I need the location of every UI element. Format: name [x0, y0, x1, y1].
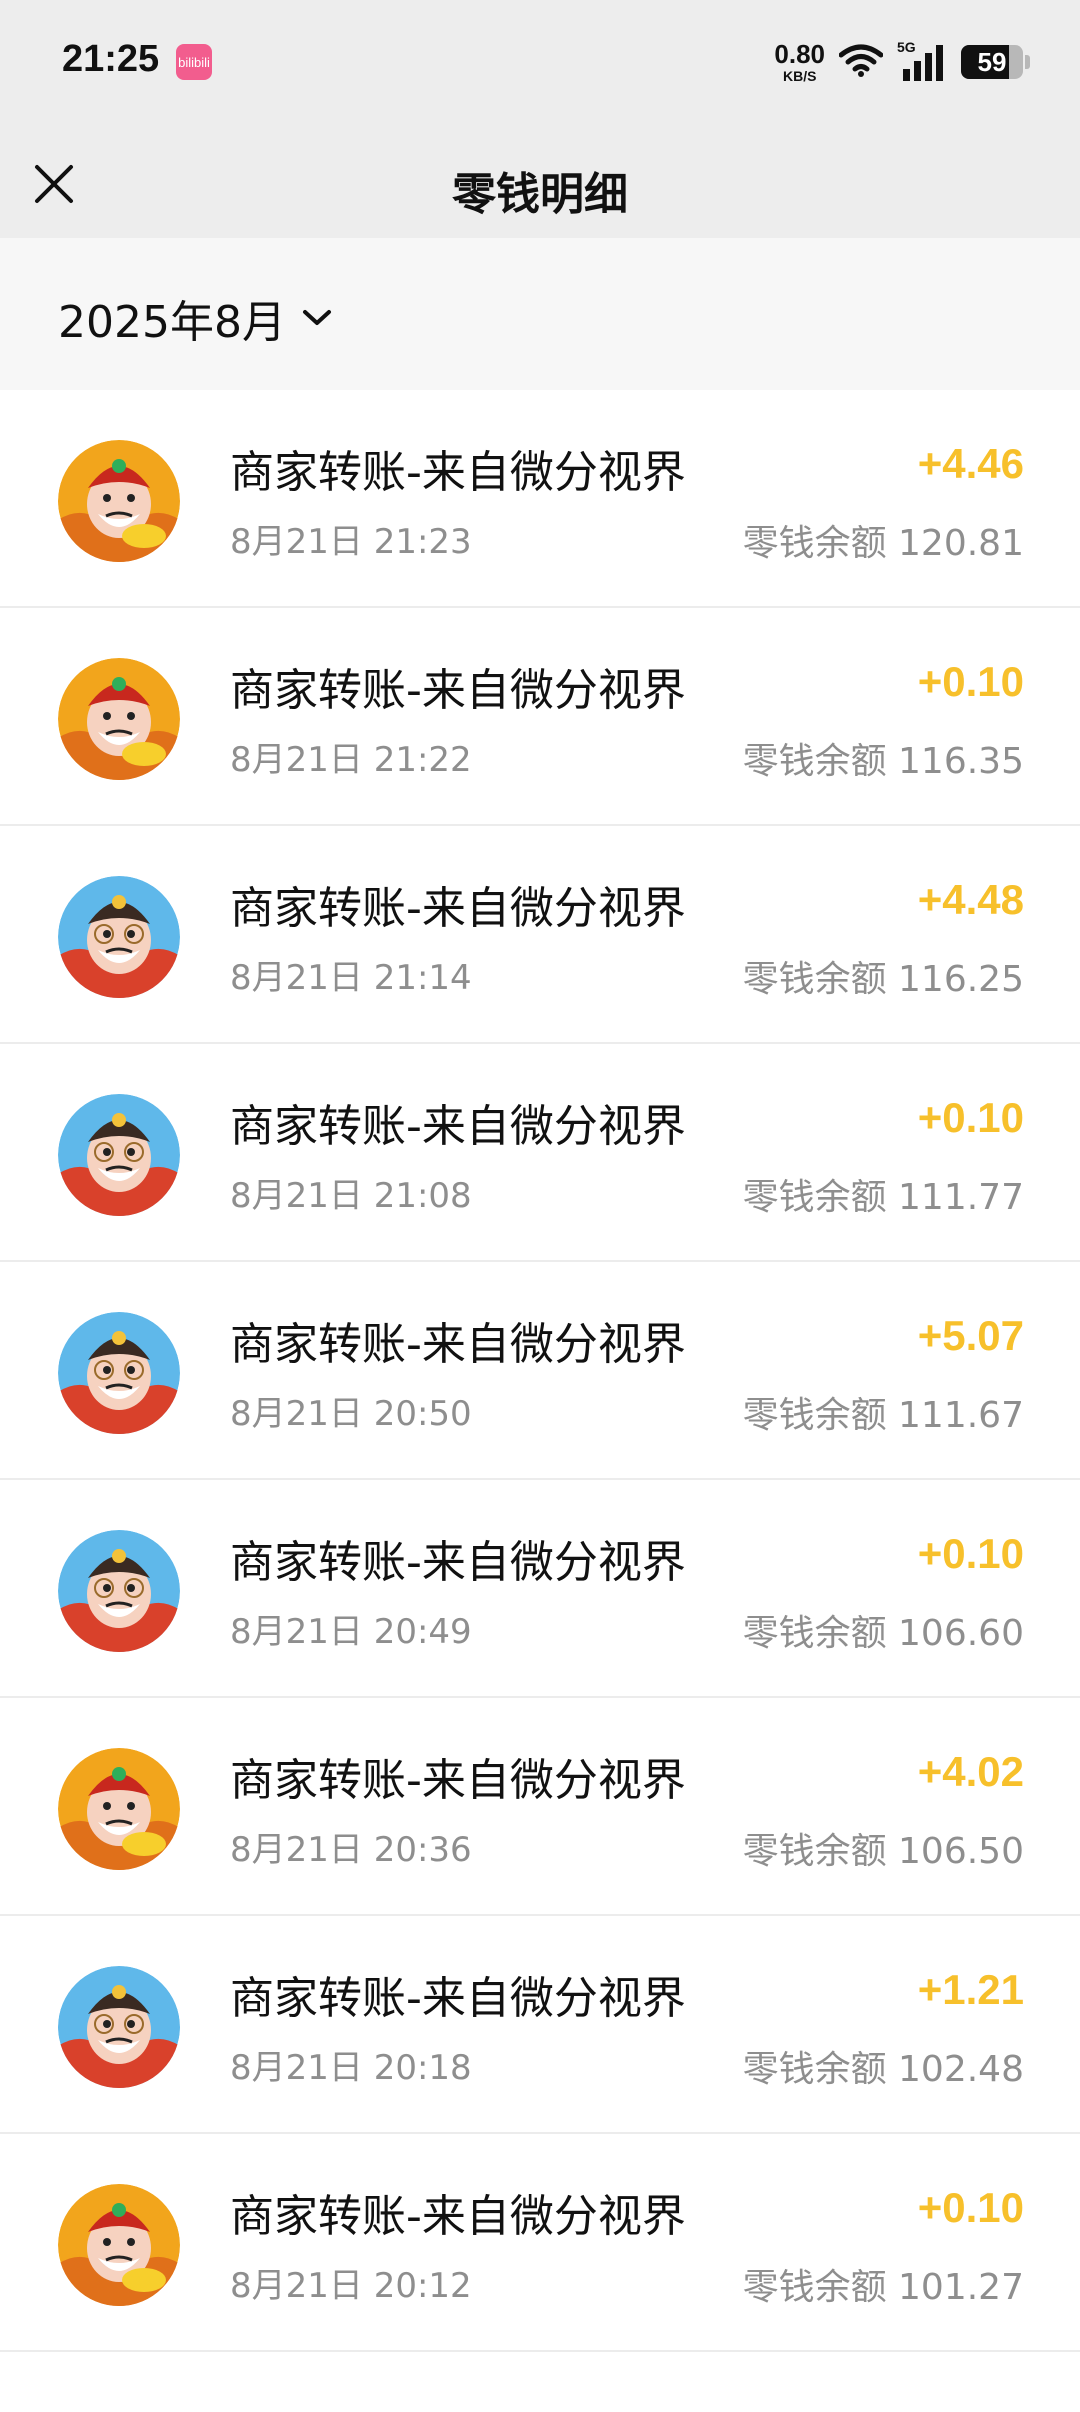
transaction-amount: +4.02	[917, 1748, 1024, 1795]
battery-icon: 59	[961, 45, 1023, 79]
balance-after: 零钱余额 101.27	[742, 2267, 1024, 2308]
battery-level: 59	[977, 46, 1007, 77]
merchant-avatar	[58, 658, 180, 780]
balance-after: 零钱余额 106.60	[742, 1613, 1024, 1654]
balance-after: 零钱余额 116.35	[742, 741, 1024, 782]
transaction-amount: +4.46	[917, 440, 1024, 487]
wifi-icon	[838, 43, 884, 81]
transaction-amount: +5.07	[917, 1312, 1024, 1359]
merchant-avatar	[58, 440, 180, 562]
transaction-title: 商家转账-来自微分视界	[230, 2191, 686, 2242]
merchant-avatar	[58, 2184, 180, 2306]
month-label: 2025年8月	[58, 297, 286, 348]
merchant-avatar	[58, 1530, 180, 1652]
status-indicators: 0.80 KB/S 5G 59	[774, 36, 1030, 88]
transaction-title: 商家转账-来自微分视界	[230, 1755, 686, 1806]
transaction-row[interactable]: 商家转账-来自微分视界 8月21日 21:23 +4.46 零钱余额 120.8…	[0, 390, 1080, 608]
transaction-amount: +0.10	[917, 1530, 1024, 1577]
merchant-avatar	[58, 1748, 180, 1870]
transaction-time: 8月21日 21:14	[230, 958, 472, 998]
transaction-row[interactable]: 商家转账-来自微分视界 8月21日 20:49 +0.10 零钱余额 106.6…	[0, 1480, 1080, 1698]
transaction-list: 商家转账-来自微分视界 8月21日 21:23 +4.46 零钱余额 120.8…	[0, 390, 1080, 2352]
transaction-row[interactable]: 商家转账-来自微分视界 8月21日 20:36 +4.02 零钱余额 106.5…	[0, 1698, 1080, 1916]
net-speed-value: 0.80	[774, 39, 825, 69]
cellular-signal-icon: 5G	[897, 39, 947, 81]
balance-after: 零钱余额 111.77	[742, 1177, 1024, 1218]
page-title: 零钱明细	[452, 169, 628, 220]
month-selector[interactable]: 2025年8月	[58, 286, 332, 350]
transaction-title: 商家转账-来自微分视界	[230, 447, 686, 498]
month-filter-bar: 2025年8月	[0, 238, 1080, 390]
transaction-title: 商家转账-来自微分视界	[230, 883, 686, 934]
transaction-row[interactable]: 商家转账-来自微分视界 8月21日 20:18 +1.21 零钱余额 102.4…	[0, 1916, 1080, 2134]
bilibili-app-icon: bilibili	[176, 44, 212, 80]
balance-after: 零钱余额 111.67	[742, 1395, 1024, 1436]
transaction-title: 商家转账-来自微分视界	[230, 1537, 686, 1588]
status-time: 21:25	[62, 38, 160, 80]
transaction-time: 8月21日 20:18	[230, 2048, 472, 2088]
balance-after: 零钱余额 102.48	[742, 2049, 1024, 2090]
balance-after: 零钱余额 106.50	[742, 1831, 1024, 1872]
transaction-time: 8月21日 21:23	[230, 522, 472, 562]
network-type: 5G	[897, 39, 916, 55]
transaction-amount: +0.10	[917, 658, 1024, 705]
transaction-amount: +1.21	[917, 1966, 1024, 2013]
transaction-row[interactable]: 商家转账-来自微分视界 8月21日 21:08 +0.10 零钱余额 111.7…	[0, 1044, 1080, 1262]
transaction-time: 8月21日 21:08	[230, 1176, 472, 1216]
chevron-down-icon	[302, 310, 331, 325]
transaction-amount: +0.10	[917, 1094, 1024, 1141]
merchant-avatar	[58, 1312, 180, 1434]
transaction-row[interactable]: 商家转账-来自微分视界 8月21日 20:12 +0.10 零钱余额 101.2…	[0, 2134, 1080, 2352]
battery-tip	[1025, 55, 1030, 69]
transaction-time: 8月21日 21:22	[230, 740, 472, 780]
transaction-time: 8月21日 20:36	[230, 1830, 472, 1870]
transaction-amount: +0.10	[917, 2184, 1024, 2231]
net-speed-unit: KB/S	[782, 68, 817, 84]
transaction-title: 商家转账-来自微分视界	[230, 665, 686, 716]
net-speed: 0.80 KB/S	[774, 41, 825, 83]
transaction-row[interactable]: 商家转账-来自微分视界 8月21日 21:22 +0.10 零钱余额 116.3…	[0, 608, 1080, 826]
transaction-title: 商家转账-来自微分视界	[230, 1101, 686, 1152]
merchant-avatar	[58, 1094, 180, 1216]
transaction-time: 8月21日 20:12	[230, 2266, 472, 2306]
transaction-row[interactable]: 商家转账-来自微分视界 8月21日 21:14 +4.48 零钱余额 116.2…	[0, 826, 1080, 1044]
balance-after: 零钱余额 120.81	[742, 523, 1024, 564]
transaction-amount: +4.48	[917, 876, 1024, 923]
transaction-time: 8月21日 20:50	[230, 1394, 472, 1434]
transaction-time: 8月21日 20:49	[230, 1612, 472, 1652]
merchant-avatar	[58, 1966, 180, 2088]
transaction-row[interactable]: 商家转账-来自微分视界 8月21日 20:50 +5.07 零钱余额 111.6…	[0, 1262, 1080, 1480]
merchant-avatar	[58, 876, 180, 998]
transaction-title: 商家转账-来自微分视界	[230, 1973, 686, 2024]
balance-after: 零钱余额 116.25	[742, 959, 1024, 1000]
status-bar: 21:25 bilibili 0.80 KB/S 5G 59	[0, 0, 1080, 130]
transaction-title: 商家转账-来自微分视界	[230, 1319, 686, 1370]
nav-bar: 零钱明细	[0, 130, 1080, 238]
